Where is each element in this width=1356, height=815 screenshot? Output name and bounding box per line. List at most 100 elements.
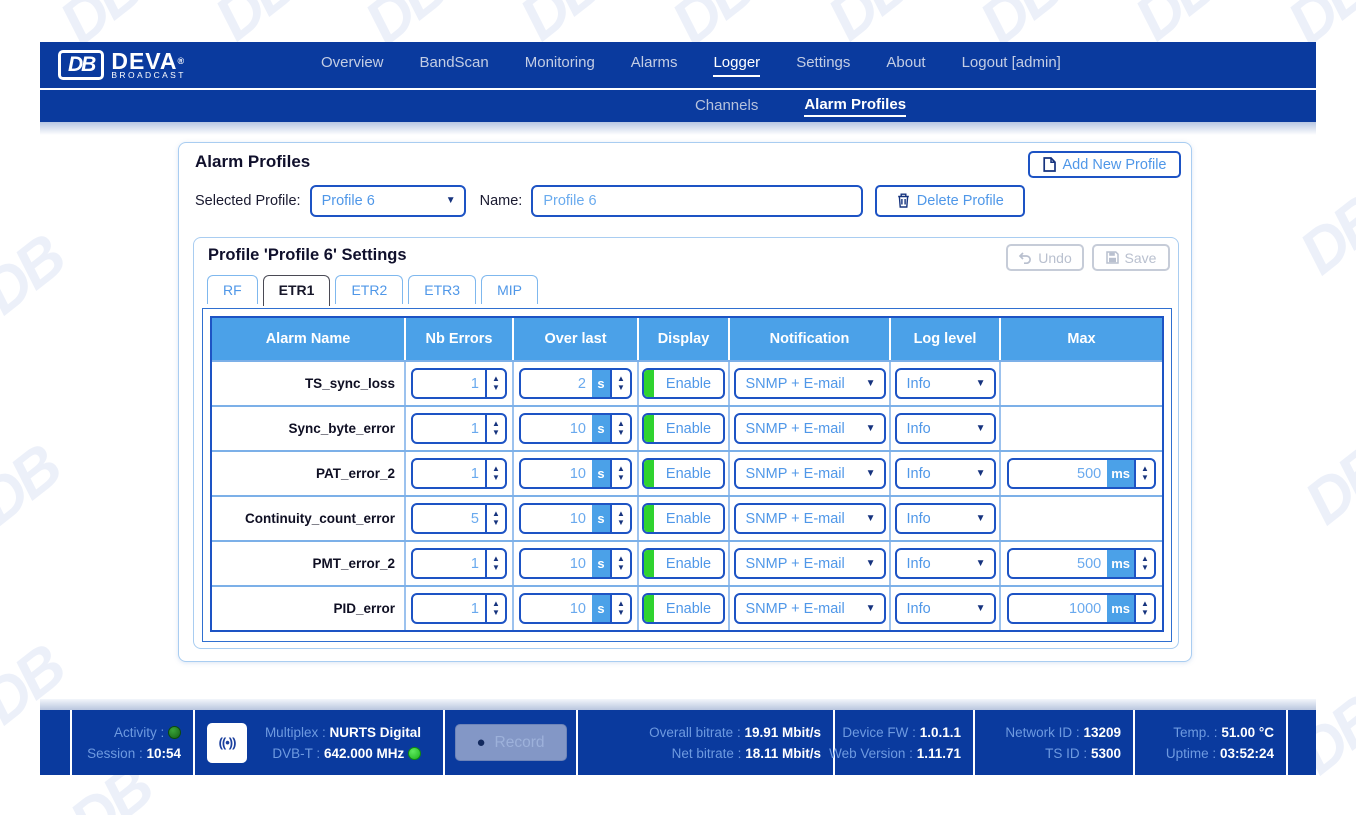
display-enable-button[interactable]: Enable <box>642 368 725 399</box>
spinner-up-down-icons[interactable]: ▲▼ <box>1134 550 1154 577</box>
tab-rf[interactable]: RF <box>207 275 258 304</box>
log-level-select[interactable]: Info ▼ <box>895 593 996 624</box>
max-spinner[interactable]: 1000ms▲▼ <box>1007 593 1156 624</box>
add-new-profile-button[interactable]: Add New Profile <box>1028 151 1181 178</box>
tab-mip[interactable]: MIP <box>481 275 538 304</box>
spinner-up-down-icons[interactable]: ▲▼ <box>485 415 505 442</box>
alarm-name-label: PID_error <box>333 601 395 616</box>
display-enable-button[interactable]: Enable <box>642 548 725 579</box>
status-versions: Device FW : 1.0.1.1 Web Version : 1.11.7… <box>835 710 975 775</box>
log-level-select[interactable]: Info ▼ <box>895 503 996 534</box>
spinner-up-down-icons[interactable]: ▲▼ <box>485 460 505 487</box>
dvbt-label: DVB-T : <box>272 746 320 761</box>
spinner-up-down-icons[interactable]: ▲▼ <box>610 550 630 577</box>
chevron-down-icon: ▼ <box>858 378 884 389</box>
nb-errors-spinner[interactable]: 1 ▲▼ <box>411 593 507 624</box>
chevron-down-icon: ▼ <box>858 423 884 434</box>
spinner-up-down-icons[interactable]: ▲▼ <box>610 460 630 487</box>
status-bar: Activity : Session : 10:54 ((•)) Multipl… <box>40 710 1316 775</box>
table-row: Sync_byte_error 1 ▲▼ 10 s ▲▼ Enable SNMP… <box>212 405 1162 450</box>
subnav-item-alarm-profiles[interactable]: Alarm Profiles <box>804 96 906 117</box>
display-enable-button[interactable]: Enable <box>642 458 725 489</box>
nav-item-about[interactable]: About <box>886 54 925 77</box>
spinner-up-down-icons[interactable]: ▲▼ <box>610 505 630 532</box>
status-network: Network ID : 13209 TS ID : 5300 <box>975 710 1135 775</box>
nav-item-monitoring[interactable]: Monitoring <box>525 54 595 77</box>
nb-errors-spinner[interactable]: 1 ▲▼ <box>411 458 507 489</box>
notification-select[interactable]: SNMP + E-mail ▼ <box>734 413 886 444</box>
spinner-up-down-icons[interactable]: ▲▼ <box>610 415 630 442</box>
watermark-logo: DB <box>0 432 73 538</box>
save-button[interactable]: Save <box>1092 244 1170 271</box>
over-last-spinner[interactable]: 10 s ▲▼ <box>519 503 632 534</box>
chevron-down-icon: ▼ <box>968 513 994 524</box>
record-circle-icon: ● <box>476 735 485 750</box>
display-enable-button[interactable]: Enable <box>642 503 725 534</box>
over-last-spinner[interactable]: 10 s ▲▼ <box>519 593 632 624</box>
notification-select[interactable]: SNMP + E-mail ▼ <box>734 593 886 624</box>
chevron-down-icon: ▼ <box>438 195 464 206</box>
nav-item-alarms[interactable]: Alarms <box>631 54 678 77</box>
delete-profile-button[interactable]: Delete Profile <box>875 185 1025 217</box>
nav-item-bandscan[interactable]: BandScan <box>420 54 489 77</box>
tab-etr1[interactable]: ETR1 <box>263 275 331 306</box>
over-last-spinner[interactable]: 10 s ▲▼ <box>519 413 632 444</box>
log-level-select[interactable]: Info ▼ <box>895 458 996 489</box>
display-enable-button[interactable]: Enable <box>642 413 725 444</box>
log-level-value: Info <box>897 556 968 572</box>
notification-select[interactable]: SNMP + E-mail ▼ <box>734 503 886 534</box>
enable-label: Enable <box>654 415 723 442</box>
max-spinner[interactable]: 500ms▲▼ <box>1007 548 1156 579</box>
enabled-indicator <box>644 595 654 622</box>
spinner-up-down-icons[interactable]: ▲▼ <box>610 370 630 397</box>
nav-item-settings[interactable]: Settings <box>796 54 850 77</box>
dvbt-value: 642.000 MHz <box>324 746 404 761</box>
subnav-item-channels[interactable]: Channels <box>695 97 758 116</box>
log-level-select[interactable]: Info ▼ <box>895 368 996 399</box>
trash-icon <box>897 193 910 208</box>
profile-name-input[interactable] <box>531 185 863 217</box>
enable-label: Enable <box>654 505 723 532</box>
spinner-up-down-icons[interactable]: ▲▼ <box>1134 595 1154 622</box>
over-last-spinner[interactable]: 10 s ▲▼ <box>519 458 632 489</box>
record-button[interactable]: ● Record <box>455 724 567 761</box>
undo-button[interactable]: Undo <box>1006 244 1084 271</box>
spinner-up-down-icons[interactable]: ▲▼ <box>610 595 630 622</box>
table-row: PAT_error_2 1 ▲▼ 10 s ▲▼ Enable SNMP + E… <box>212 450 1162 495</box>
session-value: 10:54 <box>146 746 181 761</box>
chevron-down-icon: ▼ <box>858 468 884 479</box>
over-last-spinner[interactable]: 10 s ▲▼ <box>519 548 632 579</box>
max-spinner[interactable]: 500ms▲▼ <box>1007 458 1156 489</box>
log-level-select[interactable]: Info ▼ <box>895 548 996 579</box>
nav-item-logout-admin[interactable]: Logout [admin] <box>962 54 1061 77</box>
display-enable-button[interactable]: Enable <box>642 593 725 624</box>
notification-select[interactable]: SNMP + E-mail ▼ <box>734 368 886 399</box>
nav-item-overview[interactable]: Overview <box>321 54 384 77</box>
alarm-name-label: TS_sync_loss <box>305 376 395 391</box>
nb-errors-spinner[interactable]: 1 ▲▼ <box>411 413 507 444</box>
spinner-up-down-icons[interactable]: ▲▼ <box>1134 460 1154 487</box>
tab-etr3[interactable]: ETR3 <box>408 275 476 304</box>
spinner-up-down-icons[interactable]: ▲▼ <box>485 550 505 577</box>
log-level-select[interactable]: Info ▼ <box>895 413 996 444</box>
nav-item-logger[interactable]: Logger <box>713 54 760 77</box>
net-bitrate-label: Net bitrate : <box>672 746 742 761</box>
nav-menu: Overview BandScan Monitoring Alarms Logger Se… <box>321 54 1181 77</box>
nb-errors-spinner[interactable]: 1 ▲▼ <box>411 368 507 399</box>
notification-select[interactable]: SNMP + E-mail ▼ <box>734 548 886 579</box>
nb-errors-value: 1 <box>413 550 485 577</box>
spinner-up-down-icons[interactable]: ▲▼ <box>485 370 505 397</box>
spinner-up-down-icons[interactable]: ▲▼ <box>485 505 505 532</box>
alarm-name-label: PAT_error_2 <box>316 466 395 481</box>
seconds-unit-badge: s <box>592 460 610 487</box>
db-logo-text: DB <box>68 53 94 77</box>
page-title: Alarm Profiles <box>195 152 310 172</box>
tab-etr2[interactable]: ETR2 <box>335 275 403 304</box>
brand-name: DEVA® <box>111 51 186 71</box>
over-last-spinner[interactable]: 2 s ▲▼ <box>519 368 632 399</box>
notification-select[interactable]: SNMP + E-mail ▼ <box>734 458 886 489</box>
selected-profile-select[interactable]: Profile 6 ▼ <box>310 185 466 217</box>
nb-errors-spinner[interactable]: 5 ▲▼ <box>411 503 507 534</box>
spinner-up-down-icons[interactable]: ▲▼ <box>485 595 505 622</box>
nb-errors-spinner[interactable]: 1 ▲▼ <box>411 548 507 579</box>
